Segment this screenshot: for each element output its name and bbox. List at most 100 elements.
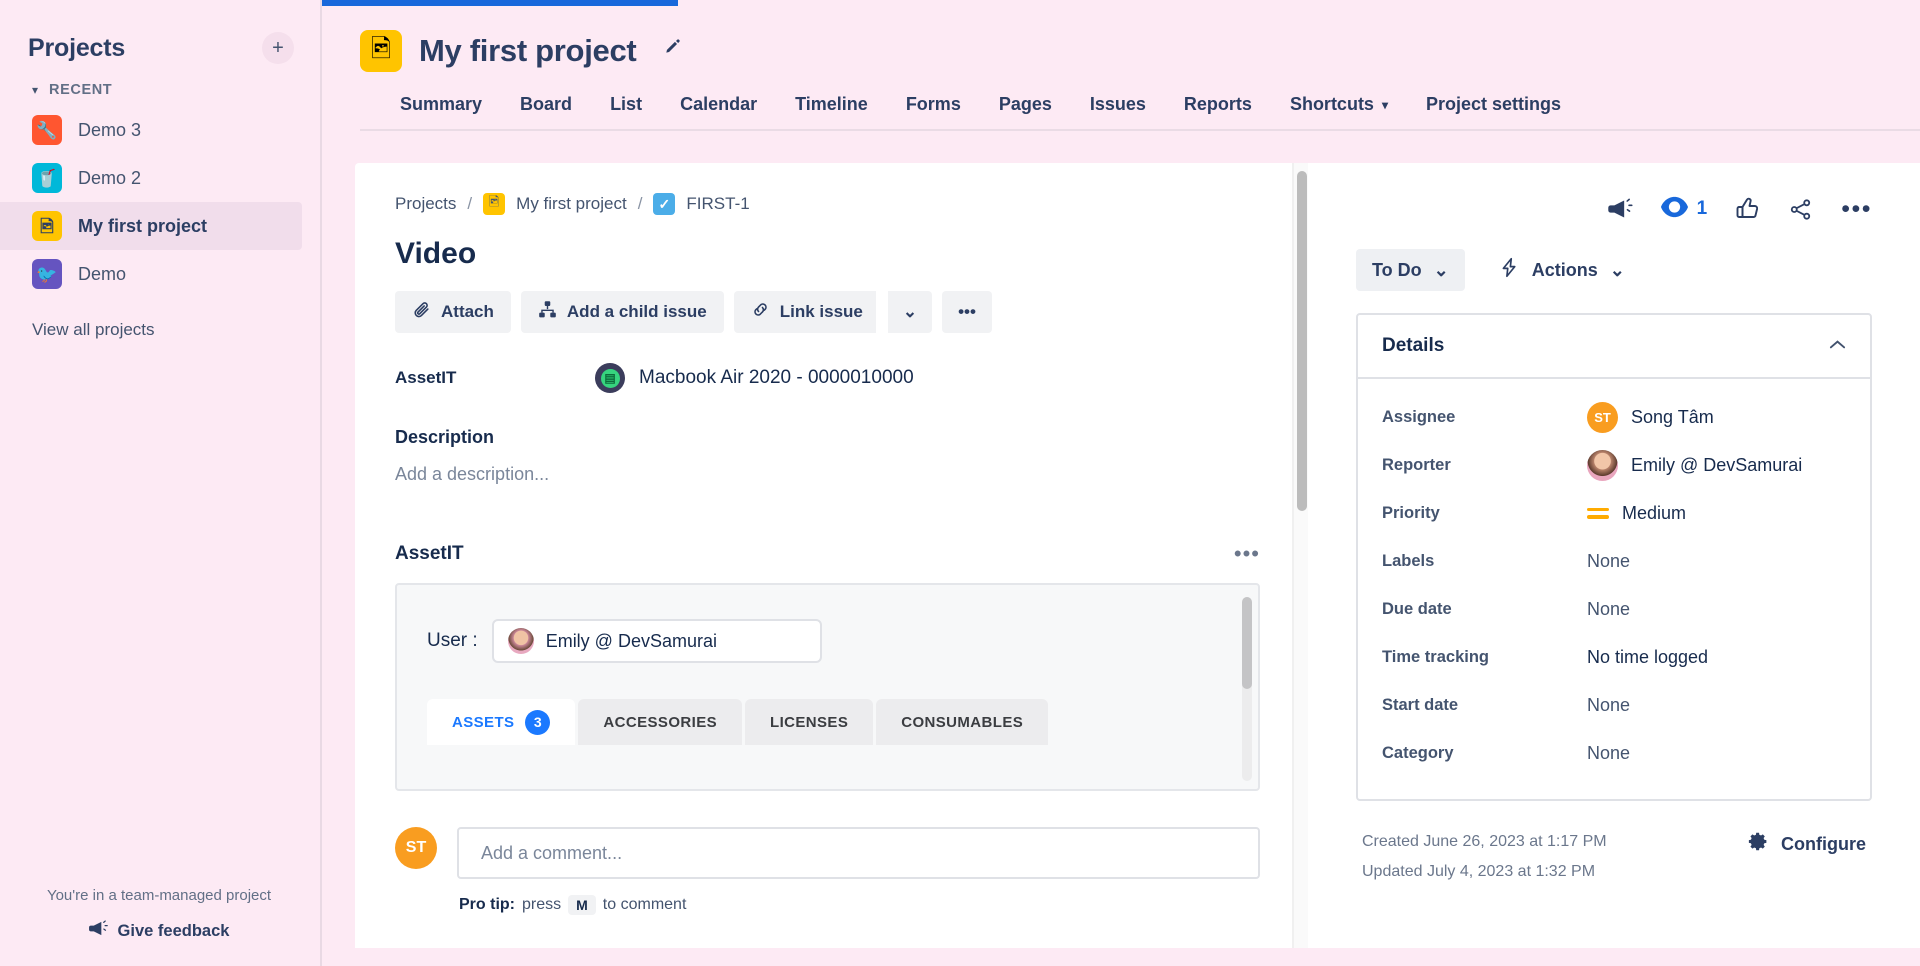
view-all-projects-link[interactable]: View all projects [0,298,320,340]
main-area: 🖻 My first project Summary Board List Ca… [322,0,1920,966]
tab-timeline[interactable]: Timeline [795,94,868,129]
sidebar-section-label: RECENT [49,82,113,98]
detail-value[interactable]: None [1587,695,1630,716]
tab-board[interactable]: Board [520,94,572,129]
detail-value[interactable]: Emily @ DevSamurai [1587,449,1802,481]
assetit-tab-accessories[interactable]: ACCESSORIES [578,699,743,745]
lightning-icon [1499,256,1520,284]
pro-tip: Pro tip: press M to comment [457,879,1260,915]
sidebar-item-demo-3[interactable]: 🔧 Demo 3 [0,106,302,154]
detail-value[interactable]: None [1587,743,1630,764]
projects-sidebar: Projects + ▾ RECENT 🔧 Demo 3 🥤 Demo 2 🖻 … [0,0,322,966]
detail-label: Due date [1382,599,1452,618]
share-icon[interactable] [1788,198,1813,221]
assetit-tab-assets[interactable]: ASSETS 3 [427,699,576,745]
chevron-down-icon: ▾ [32,83,39,97]
detail-value[interactable]: No time logged [1587,647,1708,668]
detail-row-reporter: Reporter Emily @ DevSamurai [1382,441,1846,489]
avatar [1587,449,1618,481]
details-fields: Assignee ST Song Tâm Reporter Emily @ De… [1358,379,1870,799]
link-issue-label: Link issue [779,302,863,321]
tab-project-settings[interactable]: Project settings [1426,94,1561,129]
add-child-issue-button[interactable]: Add a child issue [520,291,724,333]
thumbs-up-icon[interactable] [1735,197,1760,221]
assetit-tab-consumables[interactable]: CONSUMABLES [876,699,1049,745]
give-feedback-button[interactable]: Give feedback [0,920,318,942]
comment-input[interactable]: Add a comment... [457,827,1260,879]
detail-label: Time tracking [1382,647,1489,666]
tab-shortcuts[interactable]: Shortcuts ▾ [1290,94,1388,129]
configure-button[interactable]: Configure [1748,827,1866,857]
assetit-user-select[interactable]: Emily @ DevSamurai [491,619,822,663]
tab-issues[interactable]: Issues [1090,94,1146,129]
gear-icon [1748,831,1769,857]
issue-detail-content: Projects / 🖻 My first project / ✓ FIRST-… [355,163,1300,915]
priority-value: Medium [1622,502,1687,523]
tab-shortcuts-label: Shortcuts [1289,94,1374,114]
more-options-button[interactable]: ••• [1841,195,1872,224]
link-issue-dropdown-button[interactable]: ⌄ [885,291,933,333]
breadcrumb-issue-key[interactable]: FIRST-1 [686,194,749,214]
assetit-panel-scrollbar[interactable] [1242,597,1252,781]
assetit-panel-title: AssetIT [395,543,464,564]
pro-tip-key: M [568,895,596,915]
issue-toolbar: 1 ••• [1356,185,1872,233]
detail-value[interactable]: None [1587,551,1630,572]
details-panel-header[interactable]: Details [1358,315,1870,379]
description-heading: Description [395,427,495,447]
tab-summary[interactable]: Summary [400,94,482,129]
tab-calendar[interactable]: Calendar [680,94,757,129]
detail-value[interactable]: Medium [1587,503,1686,524]
sidebar-item-label: Demo 3 [78,119,142,140]
tab-list[interactable]: List [610,94,642,129]
pen-icon[interactable] [661,37,683,65]
add-project-button[interactable]: + [262,32,294,64]
issue-detail-card: Projects / 🖻 My first project / ✓ FIRST-… [355,163,1300,948]
breadcrumb-project[interactable]: My first project [516,194,627,214]
sidebar-footer: You're in a team-managed project Give fe… [0,887,318,966]
assetit-tab-licenses[interactable]: LICENSES [745,699,874,745]
assetit-panel-more-button[interactable]: ••• [1234,541,1260,567]
status-row: To Do ⌄ Actions ⌄ [1356,233,1872,291]
sidebar-item-demo-2[interactable]: 🥤 Demo 2 [0,154,302,202]
status-dropdown[interactable]: To Do ⌄ [1356,249,1465,291]
assetit-field-row: AssetIT ▤ Macbook Air 2020 - 0000010000 [395,333,1260,393]
chevron-down-icon: ▾ [1381,97,1388,112]
breadcrumb-projects[interactable]: Projects [395,194,456,214]
description-input[interactable]: Add a description... [395,448,1260,485]
more-actions-button[interactable]: ••• [942,291,992,333]
photo-icon: 🖻 [360,30,402,72]
issue-title[interactable]: Video [395,215,1260,291]
assetit-user-label: User : [427,630,478,651]
sidebar-header: Projects + [0,24,320,68]
attach-button[interactable]: Attach [395,291,511,333]
detail-row-start-date: Start date None [1382,681,1846,729]
detail-label: Category [1382,743,1454,762]
detail-value[interactable]: ST Song Tâm [1587,401,1714,433]
attach-label: Attach [441,302,494,321]
actions-dropdown[interactable]: Actions ⌄ [1499,256,1625,284]
assetit-tab-label: ASSETS [452,713,515,731]
megaphone-icon[interactable] [1607,198,1633,220]
issue-timestamps-row: Created June 26, 2023 at 1:17 PM Updated… [1356,801,1872,886]
assetit-field-value[interactable]: ▤ Macbook Air 2020 - 0000010000 [595,363,914,393]
sidebar-item-my-first-project[interactable]: 🖻 My first project [0,202,302,250]
chevron-down-icon: ⌄ [902,302,918,321]
sidebar-section-recent[interactable]: ▾ RECENT [0,68,320,106]
tab-forms[interactable]: Forms [906,94,961,129]
detail-value[interactable]: None [1587,599,1630,620]
task-check-icon: ✓ [653,193,676,215]
chevron-up-icon[interactable] [1829,337,1846,355]
breadcrumb: Projects / 🖻 My first project / ✓ FIRST-… [395,193,1260,215]
sidebar-item-demo[interactable]: 🐦 Demo [0,250,302,298]
page-title: My first project [419,33,637,68]
details-panel: Details Assignee ST Song Tâm Reporter Em… [1356,313,1872,801]
detail-row-labels: Labels None [1382,537,1846,585]
issue-card-scrollbar[interactable] [1292,163,1308,948]
link-issue-button[interactable]: Link issue [733,291,876,333]
tab-pages[interactable]: Pages [999,94,1052,129]
tab-reports[interactable]: Reports [1184,94,1252,129]
watch-button[interactable]: 1 [1660,196,1707,223]
status-label: To Do [1372,259,1422,280]
details-title: Details [1382,335,1445,356]
